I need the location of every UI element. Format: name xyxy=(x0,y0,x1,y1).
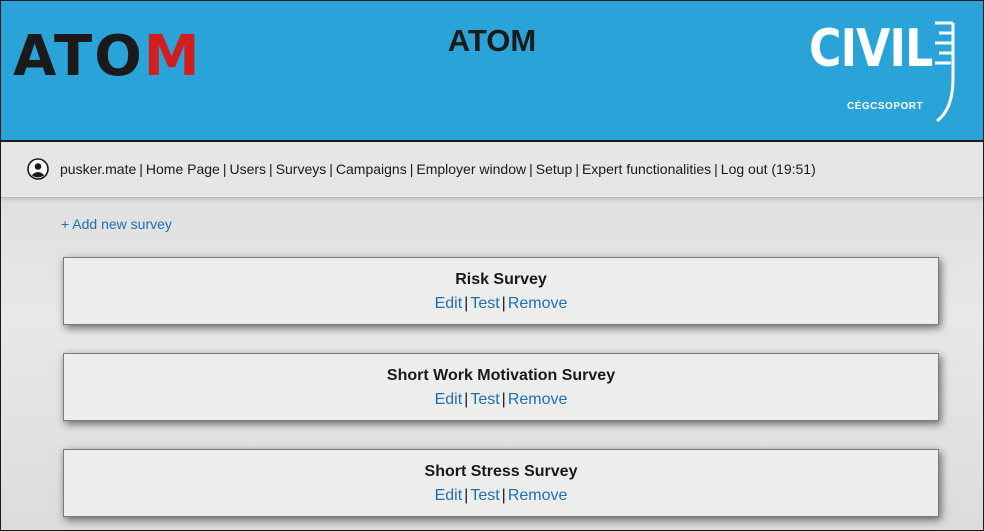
nav-campaigns[interactable]: Campaigns xyxy=(336,161,407,177)
nav-log-out[interactable]: Log out (19:51) xyxy=(721,161,816,177)
nav-surveys[interactable]: Surveys xyxy=(276,161,327,177)
civil-logo-text: CIVIL xyxy=(809,19,933,79)
test-link[interactable]: Test xyxy=(470,487,499,504)
nav-links: pusker.mate | Home Page | Users | Surveys | Camp… xyxy=(60,161,816,177)
civil-logo: CIVIL CÉGCSOPORT xyxy=(809,13,959,125)
header-banner: ATOM ATOM CIVIL CÉGCSOPORT xyxy=(1,1,983,142)
nav-users[interactable]: Users xyxy=(229,161,266,177)
remove-link[interactable]: Remove xyxy=(508,391,568,408)
top-navigation: pusker.mate | Home Page | Users | Surveys | Camp… xyxy=(1,142,983,198)
survey-actions: Edit | Test | Remove xyxy=(434,487,568,504)
remove-link[interactable]: Remove xyxy=(508,487,568,504)
user-avatar-icon[interactable] xyxy=(27,158,49,180)
survey-card: Short Work Motivation Survey Edit | Test | R… xyxy=(63,353,939,421)
survey-actions: Edit | Test | Remove xyxy=(434,295,568,312)
survey-actions: Edit | Test | Remove xyxy=(434,391,568,408)
add-new-survey-link[interactable]: + Add new survey xyxy=(61,216,172,232)
survey-title: Risk Survey xyxy=(455,271,547,288)
edit-link[interactable]: Edit xyxy=(435,295,463,312)
nav-home-page[interactable]: Home Page xyxy=(146,161,220,177)
survey-card: Short Stress Survey Edit | Test | Remove xyxy=(63,449,939,517)
nav-setup[interactable]: Setup xyxy=(536,161,573,177)
edit-link[interactable]: Edit xyxy=(435,487,463,504)
app-frame: ATOM ATOM CIVIL CÉGCSOPORT pusker.mate | H… xyxy=(0,0,984,531)
edit-link[interactable]: Edit xyxy=(435,391,463,408)
civil-logo-subtext: CÉGCSOPORT xyxy=(847,101,924,112)
remove-link[interactable]: Remove xyxy=(508,295,568,312)
civil-bracket-icon xyxy=(935,21,955,123)
nav-expert-functionalities[interactable]: Expert functionalities xyxy=(582,161,711,177)
test-link[interactable]: Test xyxy=(470,391,499,408)
survey-card: Risk Survey Edit | Test | Remove xyxy=(63,257,939,325)
test-link[interactable]: Test xyxy=(470,295,499,312)
nav-employer-window[interactable]: Employer window xyxy=(416,161,526,177)
survey-title: Short Work Motivation Survey xyxy=(386,367,616,384)
nav-username[interactable]: pusker.mate xyxy=(60,161,136,177)
survey-title: Short Stress Survey xyxy=(424,463,578,480)
